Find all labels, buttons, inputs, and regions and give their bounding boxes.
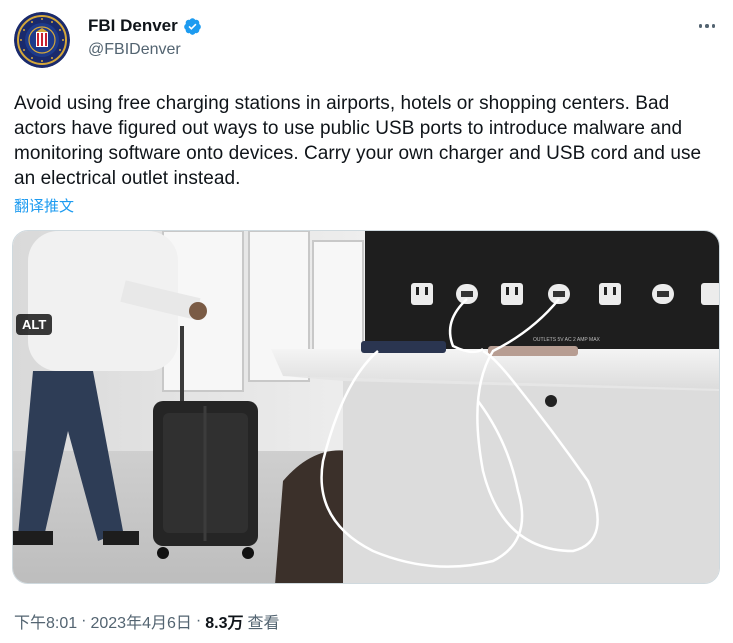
tweet-image[interactable]: OUTLETS 5V AC 2 AMP MAX <box>12 230 720 584</box>
charging-station-photo: OUTLETS 5V AC 2 AMP MAX <box>13 231 719 583</box>
author-name[interactable]: FBI Denver <box>88 16 178 36</box>
tweet-metadata: 下午8:01 · 2023年4月6日 · 8.3万 查看 <box>14 609 279 633</box>
alt-text-button[interactable]: ALT <box>16 314 53 335</box>
author-block: FBI Denver @FBIDenver <box>88 16 202 59</box>
fbi-seal-icon <box>14 12 70 68</box>
translate-tweet-link[interactable]: 翻译推文 <box>14 195 74 216</box>
more-options-icon[interactable] <box>695 14 719 38</box>
verified-badge-icon[interactable] <box>183 17 202 36</box>
name-row: FBI Denver <box>88 16 202 36</box>
tweet-date[interactable]: 2023年4月6日 <box>90 609 191 633</box>
separator: · <box>81 612 87 629</box>
panel-label: OUTLETS 5V AC 2 AMP MAX <box>533 337 601 343</box>
views-count[interactable]: 8.3万 <box>205 609 243 633</box>
separator: · <box>195 612 202 629</box>
dot <box>698 24 703 28</box>
avatar[interactable] <box>14 12 70 68</box>
dot <box>705 24 709 28</box>
views-label: 查看 <box>247 615 280 632</box>
dot <box>711 24 716 28</box>
tweet-text: Avoid using free charging stations in ai… <box>14 93 702 189</box>
tweet-time[interactable]: 下午8:01 <box>14 609 77 633</box>
author-handle[interactable]: @FBIDenver <box>88 41 202 59</box>
